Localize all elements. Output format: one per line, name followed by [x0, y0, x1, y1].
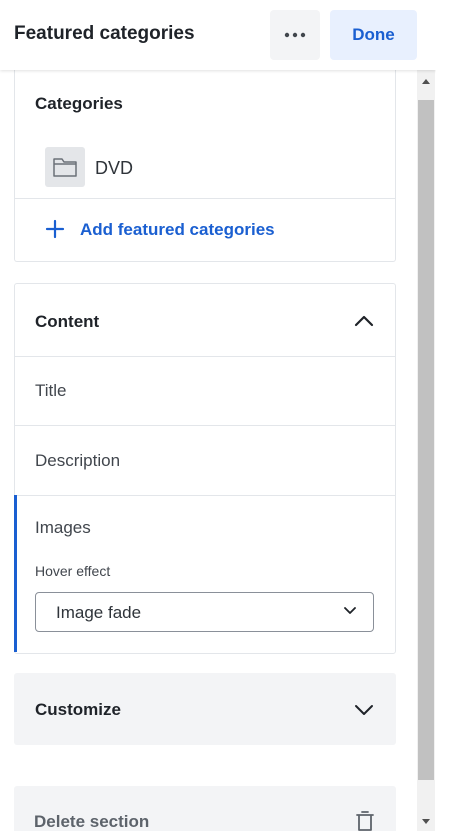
chevron-down-icon — [355, 705, 373, 715]
trash-icon — [356, 811, 374, 831]
panel-title: Featured categories — [14, 23, 195, 44]
delete-section-label: Delete section — [34, 812, 150, 831]
title-field-row[interactable]: Title — [15, 357, 395, 425]
add-featured-categories-button[interactable]: Add featured categories — [15, 199, 395, 261]
scrollbar[interactable] — [417, 70, 435, 831]
chevron-up-icon[interactable] — [354, 313, 374, 327]
content-heading[interactable]: Content — [35, 312, 99, 332]
title-field-label: Title — [35, 381, 67, 400]
hover-effect-select[interactable]: Image fade — [35, 592, 374, 632]
folder-icon — [45, 147, 85, 187]
content-card: Content Title Description Images Hover e… — [14, 283, 396, 654]
plus-icon — [45, 219, 65, 239]
done-button[interactable]: Done — [330, 10, 417, 60]
divider — [15, 495, 395, 496]
more-horizontal-icon — [284, 32, 306, 38]
panel-header: Featured categories Done — [0, 0, 436, 70]
more-options-button[interactable] — [270, 10, 320, 60]
category-item-dvd[interactable]: DVD — [95, 158, 133, 179]
categories-card: Categories DVD Add featured categories — [14, 60, 396, 262]
add-featured-categories-label: Add featured categories — [80, 220, 275, 239]
chevron-down-icon — [344, 607, 356, 614]
description-field-label: Description — [35, 451, 121, 470]
scroll-down-arrow-icon[interactable] — [417, 812, 435, 831]
scroll-up-arrow-icon[interactable] — [417, 70, 435, 92]
hover-effect-label: Hover effect — [35, 563, 111, 579]
hover-effect-value: Image fade — [56, 603, 142, 622]
active-field-indicator — [14, 495, 17, 652]
editor-panel: Categories DVD Add featured categories C… — [0, 0, 436, 831]
customize-section[interactable]: Customize — [14, 673, 396, 745]
categories-heading: Categories — [35, 94, 123, 113]
scrollbar-thumb[interactable] — [418, 100, 434, 780]
description-field-row[interactable]: Description — [15, 426, 395, 495]
images-field-label[interactable]: Images — [35, 518, 91, 538]
customize-label: Customize — [35, 700, 121, 719]
delete-section-button[interactable]: Delete section — [14, 786, 396, 831]
